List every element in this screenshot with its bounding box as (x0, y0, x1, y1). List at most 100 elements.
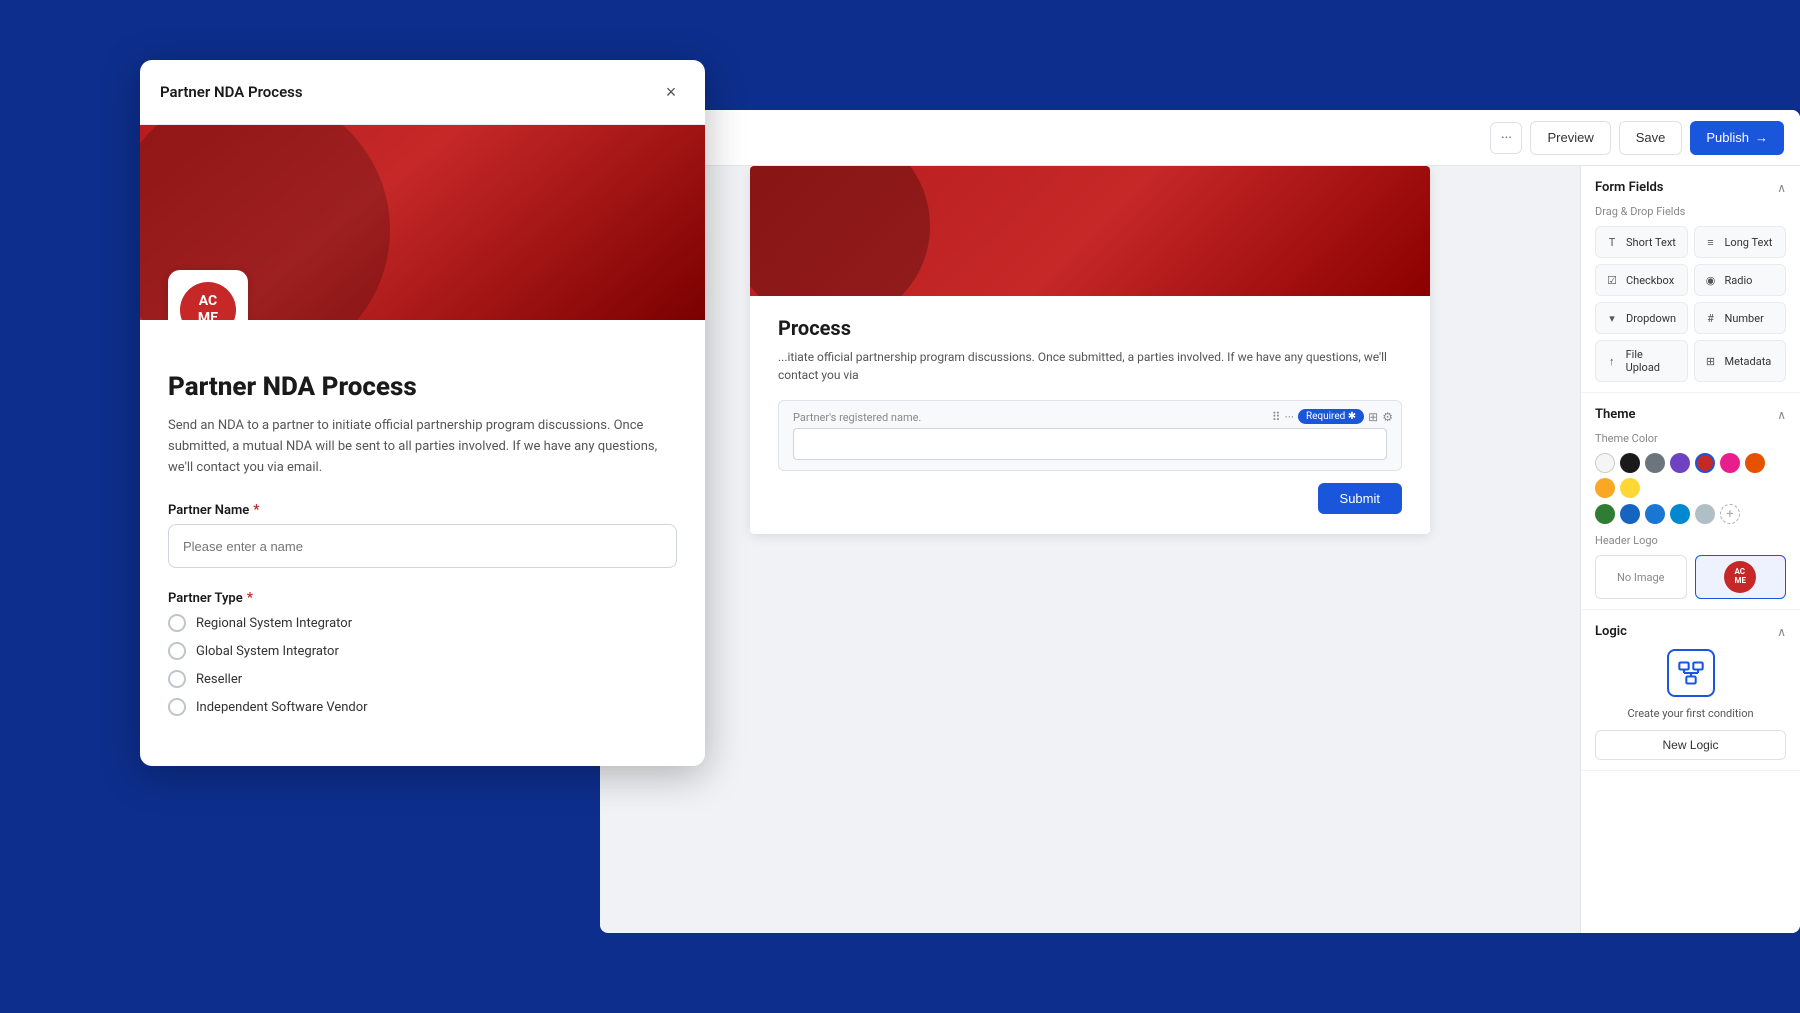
partner-name-group: Partner Name * (168, 502, 677, 568)
editor-main-area: Process ...itiate official partnership p… (600, 166, 1580, 933)
field-dropdown[interactable]: ▾ Dropdown (1595, 302, 1688, 334)
color-orange[interactable] (1745, 453, 1765, 473)
color-light-blue[interactable] (1670, 504, 1690, 524)
number-label: Number (1725, 312, 1764, 325)
form-preview-body: Process ...itiate official partnership p… (750, 296, 1430, 534)
metadata-icon: ⊞ (1703, 353, 1719, 369)
metadata-label: Metadata (1725, 355, 1772, 368)
publish-icon: → (1755, 130, 1768, 145)
color-pink[interactable] (1720, 453, 1740, 473)
radio-circle-reseller (168, 670, 186, 688)
logic-collapse[interactable]: ∧ (1777, 625, 1786, 639)
color-green[interactable] (1595, 504, 1615, 524)
form-preview-desc: ...itiate official partnership program d… (778, 348, 1402, 384)
modal-header-banner: ACME (140, 125, 705, 320)
form-fields-collapse[interactable]: ∧ (1777, 181, 1786, 195)
modal-body: ACME Partner NDA Process Send an NDA to … (140, 125, 705, 766)
field-number[interactable]: # Number (1694, 302, 1787, 334)
long-text-label: Long Text (1725, 236, 1773, 249)
add-color-button[interactable]: + (1720, 504, 1740, 524)
drag-drop-label: Drag & Drop Fields (1595, 205, 1786, 218)
partner-name-label: Partner Name * (168, 502, 677, 518)
radio-isv[interactable]: Independent Software Vendor (168, 698, 677, 716)
radio-label: Radio (1725, 274, 1753, 287)
color-purple[interactable] (1670, 453, 1690, 473)
radio-group: Regional System Integrator Global System… (168, 614, 677, 716)
short-text-label: Short Text (1626, 236, 1676, 249)
submit-button-fake[interactable]: Submit (1318, 483, 1402, 514)
form-field-row-partner-name[interactable]: Partner's registered name. ⠿ ··· Require… (778, 400, 1402, 471)
color-grid (1595, 453, 1786, 498)
logo-image-option[interactable]: ACME (1695, 555, 1787, 599)
color-gray[interactable] (1645, 453, 1665, 473)
color-grid-2: + (1595, 504, 1786, 524)
required-badge: Required ✱ (1298, 409, 1364, 424)
theme-title: Theme (1595, 407, 1636, 422)
field-short-text[interactable]: T Short Text (1595, 226, 1688, 258)
logo-text: ACME (198, 293, 218, 320)
logic-desc: Create your first condition (1595, 707, 1786, 720)
settings-icon[interactable]: ⚙ (1382, 410, 1393, 424)
dropdown-icon: ▾ (1604, 310, 1620, 326)
field-radio[interactable]: ◉ Radio (1694, 264, 1787, 296)
required-star-name: * (253, 502, 259, 518)
editor-toolbar: ··· Preview Save Publish → (600, 110, 1800, 166)
form-preview-header (750, 166, 1430, 296)
no-image-label: No Image (1617, 571, 1664, 584)
file-upload-icon: ↑ (1604, 353, 1620, 369)
more-options-button[interactable]: ··· (1490, 122, 1522, 154)
editor-background: ··· Preview Save Publish → Process ...it… (600, 110, 1800, 933)
color-dark-blue[interactable] (1620, 504, 1640, 524)
preview-button[interactable]: Preview (1530, 121, 1610, 155)
color-gray-light[interactable] (1695, 504, 1715, 524)
modal-form-desc: Send an NDA to a partner to initiate off… (168, 416, 677, 478)
publish-button[interactable]: Publish → (1690, 121, 1784, 155)
color-black[interactable] (1620, 453, 1640, 473)
form-preview-title: Process (778, 316, 1402, 340)
modal-titlebar: Partner NDA Process × (140, 60, 705, 125)
form-fields-title: Form Fields (1595, 180, 1663, 195)
radio-circle-regional (168, 614, 186, 632)
logo-preview: ACME (1724, 561, 1756, 593)
logic-header: Logic ∧ (1595, 624, 1786, 639)
color-yellow[interactable] (1620, 478, 1640, 498)
field-file-upload[interactable]: ↑ File Upload (1595, 340, 1688, 382)
save-button[interactable]: Save (1619, 121, 1683, 155)
partner-type-label: Partner Type * (168, 590, 677, 606)
partner-name-input[interactable] (168, 524, 677, 568)
new-logic-button[interactable]: New Logic (1595, 730, 1786, 760)
right-panel: Form Fields ∧ Drag & Drop Fields T Short… (1580, 166, 1800, 933)
theme-collapse[interactable]: ∧ (1777, 408, 1786, 422)
form-fields-section: Form Fields ∧ Drag & Drop Fields T Short… (1581, 166, 1800, 393)
field-options-icon[interactable]: ··· (1285, 410, 1294, 424)
radio-reseller[interactable]: Reseller (168, 670, 677, 688)
header-logo-label: Header Logo (1595, 534, 1786, 547)
move-icon[interactable]: ⠿ (1272, 410, 1281, 424)
logic-section: Logic ∧ Create your first condition New … (1581, 610, 1800, 771)
modal-close-button[interactable]: × (657, 78, 685, 106)
no-image-option[interactable]: No Image (1595, 555, 1687, 599)
required-star-type: * (247, 590, 253, 606)
field-checkbox[interactable]: ☑ Checkbox (1595, 264, 1688, 296)
color-amber[interactable] (1595, 478, 1615, 498)
partner-name-input-fake (793, 428, 1387, 460)
modal-logo-inner: ACME (180, 282, 236, 320)
radio-regional[interactable]: Regional System Integrator (168, 614, 677, 632)
file-upload-label: File Upload (1626, 348, 1679, 374)
field-long-text[interactable]: ≡ Long Text (1694, 226, 1787, 258)
color-white[interactable] (1595, 453, 1615, 473)
color-blue[interactable] (1645, 504, 1665, 524)
color-red[interactable] (1695, 453, 1715, 473)
field-toolbar: ⠿ ··· Required ✱ ⊞ ⚙ (1272, 409, 1393, 424)
radio-global[interactable]: Global System Integrator (168, 642, 677, 660)
fields-grid: T Short Text ≡ Long Text ☑ Checkbox ◉ Ra… (1595, 226, 1786, 382)
number-icon: # (1703, 310, 1719, 326)
field-metadata[interactable]: ⊞ Metadata (1694, 340, 1787, 382)
logic-title: Logic (1595, 624, 1627, 639)
grid-icon[interactable]: ⊞ (1368, 410, 1378, 424)
radio-circle-isv (168, 698, 186, 716)
logic-icon (1667, 649, 1715, 697)
partner-type-group: Partner Type * Regional System Integrato… (168, 590, 677, 716)
modal-logo: ACME (168, 270, 248, 320)
radio-icon: ◉ (1703, 272, 1719, 288)
